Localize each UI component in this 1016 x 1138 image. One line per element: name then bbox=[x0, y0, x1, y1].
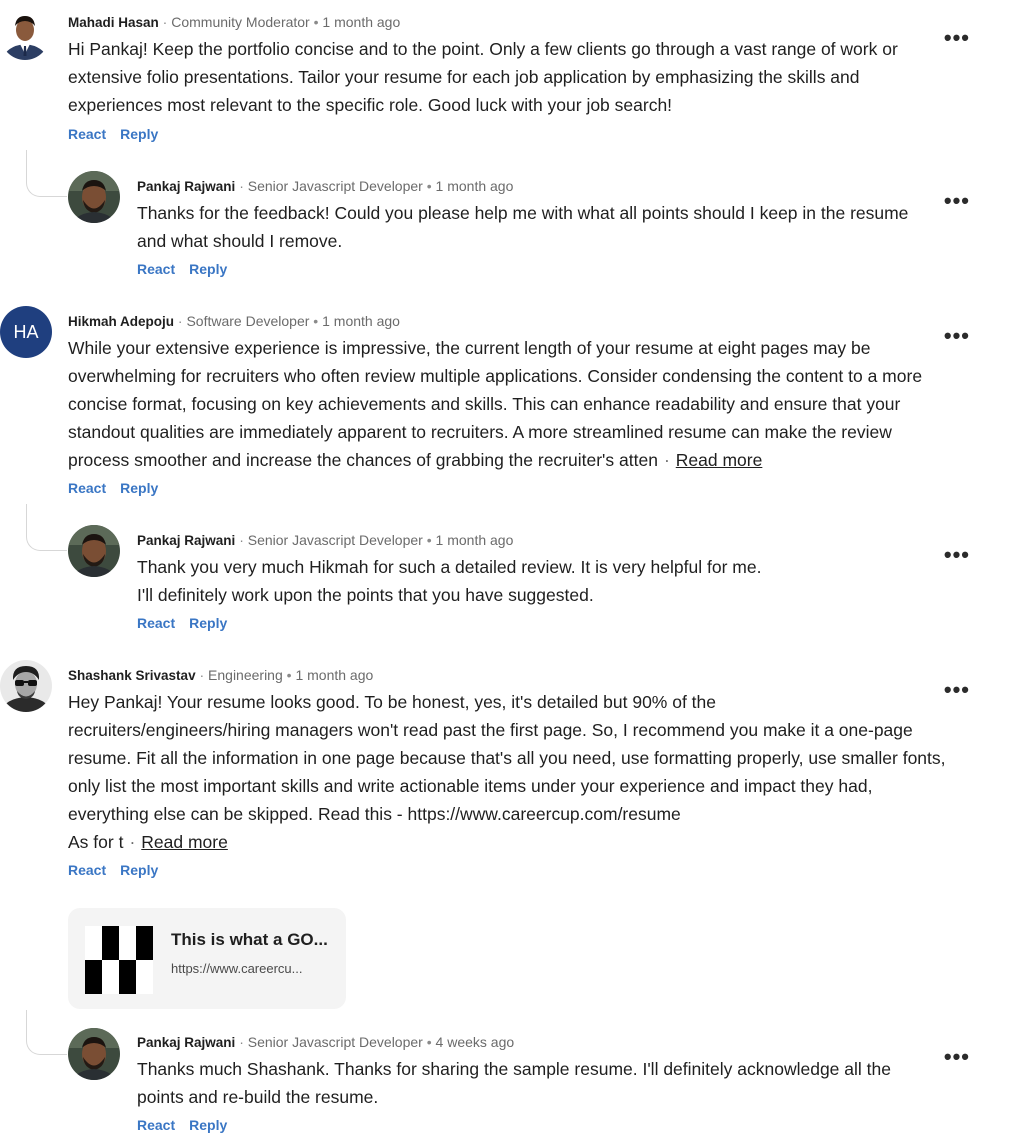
comment-text: Hi Pankaj! Keep the portfolio concise an… bbox=[68, 39, 898, 115]
react-button[interactable]: React bbox=[68, 480, 106, 496]
more-options-icon[interactable]: ••• bbox=[944, 325, 970, 347]
link-preview-card[interactable]: This is what a GO... https://www.careerc… bbox=[68, 908, 346, 1009]
link-thumbnail bbox=[85, 926, 153, 994]
reply-text: Thanks much Shashank. Thanks for sharing… bbox=[137, 1059, 891, 1107]
react-button[interactable]: React bbox=[137, 615, 175, 631]
reply-button[interactable]: Reply bbox=[189, 261, 227, 277]
react-button[interactable]: React bbox=[68, 862, 106, 878]
comment-meta: Mahadi Hasan · Community Moderator • 1 m… bbox=[68, 14, 401, 30]
comment-timestamp: 1 month ago bbox=[295, 667, 374, 683]
author-headline: Software Developer bbox=[186, 313, 310, 329]
react-button[interactable]: React bbox=[68, 126, 106, 142]
link-url: https://www.careercu... bbox=[171, 961, 303, 976]
thread-connector bbox=[26, 504, 67, 551]
comment-actions: React Reply bbox=[68, 480, 158, 496]
reply-text: Thank you very much Hikmah for such a de… bbox=[137, 557, 762, 605]
avatar-pankaj-rajwani[interactable] bbox=[68, 171, 120, 223]
react-button[interactable]: React bbox=[137, 1117, 175, 1133]
thread-connector bbox=[26, 150, 67, 197]
author-name[interactable]: Hikmah Adepoju bbox=[68, 314, 174, 329]
reply-button[interactable]: Reply bbox=[120, 126, 158, 142]
reply-meta: Pankaj Rajwani · Senior Javascript Devel… bbox=[137, 178, 514, 194]
author-headline: Senior Javascript Developer bbox=[247, 178, 423, 194]
reply-meta: Pankaj Rajwani · Senior Javascript Devel… bbox=[137, 1034, 515, 1050]
reply-timestamp: 1 month ago bbox=[435, 532, 514, 548]
reply-actions: React Reply bbox=[137, 1117, 227, 1133]
reply-button[interactable]: Reply bbox=[120, 862, 158, 878]
avatar-shashank-srivastav[interactable] bbox=[0, 660, 52, 712]
avatar-initials: HA bbox=[13, 322, 39, 342]
avatar-pankaj-rajwani[interactable] bbox=[68, 525, 120, 577]
reply-button[interactable]: Reply bbox=[120, 480, 158, 496]
author-headline: Engineering bbox=[208, 667, 283, 683]
react-button[interactable]: React bbox=[137, 261, 175, 277]
author-headline: Community Moderator bbox=[171, 14, 310, 30]
avatar-pankaj-rajwani[interactable] bbox=[68, 1028, 120, 1080]
reply-actions: React Reply bbox=[137, 261, 227, 277]
author-name[interactable]: Pankaj Rajwani bbox=[137, 533, 235, 548]
reply-meta: Pankaj Rajwani · Senior Javascript Devel… bbox=[137, 532, 514, 548]
reply-timestamp: 4 weeks ago bbox=[435, 1034, 515, 1050]
comment-actions: React Reply bbox=[68, 126, 158, 142]
reply-button[interactable]: Reply bbox=[189, 1117, 227, 1133]
reply-actions: React Reply bbox=[137, 615, 227, 631]
more-options-icon[interactable]: ••• bbox=[944, 544, 970, 566]
read-more-link[interactable]: Read more bbox=[676, 450, 763, 470]
reply-timestamp: 1 month ago bbox=[435, 178, 514, 194]
comment-timestamp: 1 month ago bbox=[322, 14, 401, 30]
thread-connector bbox=[26, 1010, 67, 1055]
comment-meta: Hikmah Adepoju · Software Developer • 1 … bbox=[68, 313, 400, 329]
author-name[interactable]: Shashank Srivastav bbox=[68, 668, 196, 683]
author-headline: Senior Javascript Developer bbox=[247, 532, 423, 548]
more-options-icon[interactable]: ••• bbox=[944, 27, 970, 49]
author-name[interactable]: Mahadi Hasan bbox=[68, 15, 159, 30]
more-options-icon[interactable]: ••• bbox=[944, 1046, 970, 1068]
comment-timestamp: 1 month ago bbox=[322, 313, 400, 329]
link-title: This is what a GO... bbox=[171, 930, 328, 949]
reply-text: Thanks for the feedback! Could you pleas… bbox=[137, 203, 909, 251]
comment-meta: Shashank Srivastav · Engineering • 1 mon… bbox=[68, 667, 374, 683]
more-options-icon[interactable]: ••• bbox=[944, 190, 970, 212]
avatar-mahadi-hasan[interactable] bbox=[0, 8, 50, 60]
read-more-link[interactable]: Read more bbox=[141, 832, 228, 852]
comment-actions: React Reply bbox=[68, 862, 158, 878]
comment-text: While your extensive experience is impre… bbox=[68, 338, 923, 470]
author-headline: Senior Javascript Developer bbox=[247, 1034, 423, 1050]
author-name[interactable]: Pankaj Rajwani bbox=[137, 1035, 235, 1050]
avatar-hikmah-adepoju[interactable]: HA bbox=[0, 306, 52, 358]
author-name[interactable]: Pankaj Rajwani bbox=[137, 179, 235, 194]
reply-button[interactable]: Reply bbox=[189, 615, 227, 631]
comment-text: Hey Pankaj! Your resume looks good. To b… bbox=[68, 692, 946, 852]
